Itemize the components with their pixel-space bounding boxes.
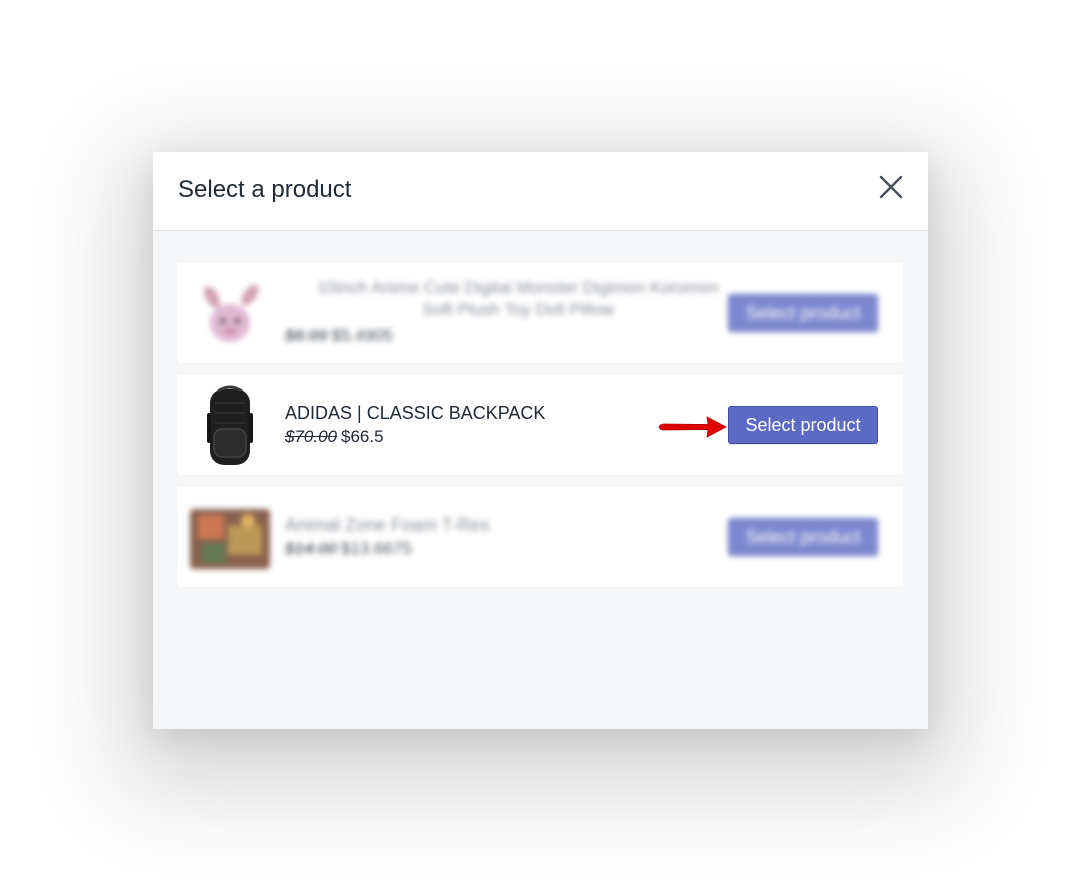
modal-header: Select a product <box>153 152 928 231</box>
product-price: $6.99 $5.4905 <box>285 324 728 348</box>
product-list: 10inch Anime Cute Digital Monster Digimo… <box>178 263 903 599</box>
product-thumbnail-backpack <box>188 383 272 467</box>
product-row: Animal Zone Foam T-Rex $14.00 $13.6675 Se… <box>178 487 903 587</box>
select-product-button[interactable]: Select product <box>728 406 878 444</box>
product-current-price: $13.6675 <box>341 539 412 558</box>
select-product-button[interactable]: Select product <box>728 294 878 332</box>
close-button[interactable] <box>878 174 904 200</box>
stage: Select a product 10inch Anime Cute Digit… <box>0 0 1083 888</box>
select-product-button[interactable]: Select product <box>728 518 878 556</box>
product-current-price: $66.5 <box>341 427 384 446</box>
product-current-price: $5.4905 <box>331 326 393 345</box>
product-row: ADIDAS | CLASSIC BACKPACK $70.00 $66.5 Se… <box>178 375 903 475</box>
product-price: $14.00 $13.6675 <box>285 537 715 561</box>
product-thumbnail-toy <box>188 495 272 579</box>
product-name: Animal Zone Foam T-Rex <box>285 515 490 535</box>
product-price: $70.00 $66.5 <box>285 425 715 449</box>
product-old-price: $70.00 <box>285 427 337 446</box>
product-old-price: $14.00 <box>285 539 337 558</box>
product-thumbnail-plush <box>188 271 272 355</box>
product-old-price: $6.99 <box>285 326 328 345</box>
product-info: Animal Zone Foam T-Rex $14.00 $13.6675 <box>285 514 715 561</box>
product-info: 10inch Anime Cute Digital Monster Digimo… <box>285 277 728 348</box>
select-product-modal: Select a product 10inch Anime Cute Digit… <box>153 152 928 729</box>
product-info: ADIDAS | CLASSIC BACKPACK $70.00 $66.5 <box>285 402 715 449</box>
arrow-right-icon <box>658 416 727 438</box>
modal-title: Select a product <box>178 176 352 203</box>
close-icon <box>879 175 903 199</box>
product-name: ADIDAS | CLASSIC BACKPACK <box>285 403 546 423</box>
product-row: 10inch Anime Cute Digital Monster Digimo… <box>178 263 903 363</box>
product-name: 10inch Anime Cute Digital Monster Digimo… <box>317 278 719 319</box>
